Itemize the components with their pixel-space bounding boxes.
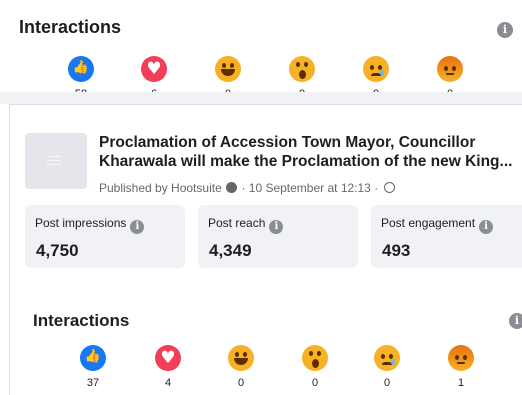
stat-value-impressions: 4,750	[36, 241, 79, 260]
stat-post-impressions: Post impressions i 4,750	[25, 205, 185, 268]
globe-icon	[383, 182, 395, 193]
sad-count: 0	[383, 377, 391, 389]
hootsuite-app-icon	[226, 182, 238, 193]
stat-value-engagement: 493	[382, 241, 411, 260]
published-by-label: Published by Hootsuite	[99, 181, 222, 195]
love-count: 4	[164, 377, 172, 389]
wow-icon	[302, 345, 328, 371]
stat-post-engagement: Post engagement i 493	[371, 205, 522, 268]
wow-icon	[289, 56, 315, 82]
post-thumbnail[interactable]	[25, 133, 87, 189]
post-title[interactable]: Proclamation of Accession Town Mayor, Co…	[99, 133, 522, 171]
post-date: · 10 September at 12:13 ·	[241, 181, 379, 195]
haha-count: 0	[237, 377, 245, 389]
sad-icon	[363, 56, 389, 82]
wow-count: 0	[311, 377, 319, 389]
info-icon[interactable]: i	[130, 220, 145, 234]
post-insights-card: Proclamation of Accession Town Mayor, Co…	[9, 104, 522, 395]
love-icon	[155, 345, 181, 371]
haha-icon	[215, 56, 241, 82]
angry-count: 1	[457, 377, 465, 389]
haha-icon	[228, 345, 254, 371]
angry-icon	[448, 345, 474, 371]
love-icon	[141, 56, 167, 82]
thumbnail-placeholder-icon	[47, 156, 61, 168]
stat-value-reach: 4,349	[209, 241, 252, 260]
sad-icon	[374, 345, 400, 371]
info-icon[interactable]: i	[509, 313, 522, 329]
info-icon[interactable]: i	[497, 22, 513, 38]
panel-divider	[0, 92, 522, 104]
angry-icon	[437, 56, 463, 82]
like-icon	[68, 56, 94, 82]
post-meta: Published by Hootsuite · 10 September at…	[99, 181, 395, 195]
like-icon	[80, 345, 106, 371]
like-count: 37	[86, 377, 100, 389]
top-interactions-title: Interactions	[19, 17, 122, 37]
stat-post-reach: Post reach i 4,349	[198, 205, 358, 268]
info-icon[interactable]: i	[269, 220, 284, 234]
stat-label-impressions: Post impressions i	[35, 216, 145, 234]
top-interactions-panel: Interactions i 58 6 0 0 0 0	[0, 0, 522, 92]
stat-label-reach: Post reach i	[208, 216, 284, 234]
info-icon[interactable]: i	[479, 220, 494, 234]
post-title-line-2: Kharawala will make the Proclamation of …	[99, 153, 513, 170]
stat-label-engagement: Post engagement i	[381, 216, 494, 234]
post-title-line-1: Proclamation of Accession Town Mayor, Co…	[99, 134, 476, 151]
interactions-title: Interactions	[33, 311, 130, 330]
